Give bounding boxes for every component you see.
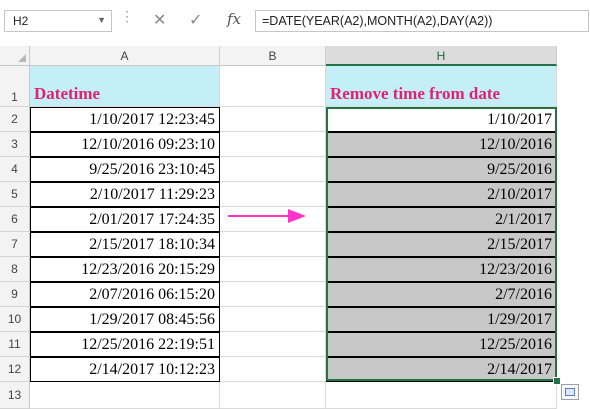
cell-b13[interactable] (220, 382, 326, 409)
date-result-value: 1/29/2017 (487, 311, 552, 328)
cell-h5[interactable]: 2/10/2017 (326, 182, 557, 207)
enter-icon[interactable]: ✓ (189, 10, 202, 30)
row-header-8[interactable]: 8 (0, 257, 30, 282)
cell-b5[interactable] (220, 182, 326, 207)
cell-h7[interactable]: 2/15/2017 (326, 232, 557, 257)
cell-b1[interactable] (220, 66, 326, 107)
datetime-value: 2/07/2016 06:15:20 (89, 286, 215, 303)
datetime-value: 12/25/2016 22:19:51 (81, 336, 215, 353)
cell-b10[interactable] (220, 307, 326, 332)
cell-b4[interactable] (220, 157, 326, 182)
cell-h13[interactable] (326, 382, 557, 409)
date-result-value: 1/10/2017 (487, 111, 552, 128)
cell-b11[interactable] (220, 332, 326, 357)
row-header-4[interactable]: 4 (0, 157, 30, 182)
column-header-h[interactable]: H (326, 46, 557, 66)
cell-b12[interactable] (220, 357, 326, 382)
cell-a8[interactable]: 12/23/2016 20:15:29 (30, 257, 220, 282)
cell-a1[interactable]: Datetime (30, 66, 220, 107)
cell-h12[interactable]: 2/14/2017 (326, 357, 557, 382)
column-header-b[interactable]: B (220, 46, 326, 66)
cell-b8[interactable] (220, 257, 326, 282)
datetime-value: 1/10/2017 12:23:45 (89, 111, 215, 128)
row-header-2[interactable]: 2 (0, 107, 30, 132)
cell-h4[interactable]: 9/25/2016 (326, 157, 557, 182)
row-header-7[interactable]: 7 (0, 232, 30, 257)
date-result-value: 2/14/2017 (487, 361, 552, 378)
name-box-dropdown-icon[interactable]: ▼ (97, 15, 106, 25)
datetime-value: 12/10/2016 09:23:10 (81, 136, 215, 153)
column-header-a[interactable]: A (30, 46, 220, 66)
datetime-value: 2/01/2017 17:24:35 (89, 211, 215, 228)
row-header-13[interactable]: 13 (0, 382, 30, 409)
datetime-value: 2/14/2017 10:12:23 (89, 361, 215, 378)
cell-b7[interactable] (220, 232, 326, 257)
date-result-value: 2/10/2017 (487, 186, 552, 203)
cell-h11[interactable]: 12/25/2016 (326, 332, 557, 357)
datetime-value: 2/15/2017 18:10:34 (89, 236, 215, 253)
cell-a12[interactable]: 2/14/2017 10:12:23 (30, 357, 220, 382)
datetime-value: 12/23/2016 20:15:29 (81, 261, 215, 278)
cell-a4[interactable]: 9/25/2016 23:10:45 (30, 157, 220, 182)
cell-h3[interactable]: 12/10/2016 (326, 132, 557, 157)
quick-analysis-icon[interactable] (561, 384, 579, 400)
row-header-1[interactable]: 1 (0, 66, 30, 107)
column-title-remove-time: Remove time from date (330, 84, 501, 103)
cell-h1[interactable]: Remove time from date (326, 66, 557, 107)
row-header-6[interactable]: 6 (0, 207, 30, 232)
cell-a2[interactable]: 1/10/2017 12:23:45 (30, 107, 220, 132)
date-result-value: 2/1/2017 (495, 211, 552, 228)
date-result-value: 2/15/2017 (487, 236, 552, 253)
formula-bar-grip-icon: ⋮ (120, 8, 134, 24)
insert-function-icon[interactable]: fx (227, 10, 241, 28)
date-result-value: 12/23/2016 (479, 261, 552, 278)
name-box-value: H2 (13, 14, 29, 28)
cell-a11[interactable]: 12/25/2016 22:19:51 (30, 332, 220, 357)
datetime-value: 1/29/2017 08:45:56 (89, 311, 215, 328)
date-result-value: 12/10/2016 (479, 136, 552, 153)
row-header-3[interactable]: 3 (0, 132, 30, 157)
column-title-datetime: Datetime (34, 84, 101, 103)
formula-input[interactable]: =DATE(YEAR(A2),MONTH(A2),DAY(A2)) (255, 10, 589, 32)
cell-h2[interactable]: 1/10/2017 (326, 107, 557, 132)
datetime-value: 2/10/2017 11:29:23 (89, 186, 215, 203)
cancel-icon[interactable]: ✕ (153, 10, 166, 30)
cell-h9[interactable]: 2/7/2016 (326, 282, 557, 307)
cell-a13[interactable] (30, 382, 220, 409)
cell-b3[interactable] (220, 132, 326, 157)
cell-h8[interactable]: 12/23/2016 (326, 257, 557, 282)
cell-a5[interactable]: 2/10/2017 11:29:23 (30, 182, 220, 207)
formula-bar: H2 ▼ ⋮ ✕ ✓ fx =DATE(YEAR(A2),MONTH(A2),D… (0, 0, 590, 44)
cell-h10[interactable]: 1/29/2017 (326, 307, 557, 332)
row-header-11[interactable]: 11 (0, 332, 30, 357)
row-header-12[interactable]: 12 (0, 357, 30, 382)
cell-a10[interactable]: 1/29/2017 08:45:56 (30, 307, 220, 332)
select-all-corner[interactable] (0, 46, 30, 66)
cell-a3[interactable]: 12/10/2016 09:23:10 (30, 132, 220, 157)
row-header-5[interactable]: 5 (0, 182, 30, 207)
formula-text: =DATE(YEAR(A2),MONTH(A2),DAY(A2)) (262, 14, 493, 28)
date-result-value: 12/25/2016 (479, 336, 552, 353)
row-header-9[interactable]: 9 (0, 282, 30, 307)
date-result-value: 2/7/2016 (495, 286, 552, 303)
cell-h6[interactable]: 2/1/2017 (326, 207, 557, 232)
formula-buttons: ✕ ✓ fx (143, 10, 249, 30)
fill-handle[interactable] (553, 377, 561, 385)
datetime-value: 9/25/2016 23:10:45 (89, 161, 215, 178)
cell-a7[interactable]: 2/15/2017 18:10:34 (30, 232, 220, 257)
row-header-10[interactable]: 10 (0, 307, 30, 332)
cell-b9[interactable] (220, 282, 326, 307)
cell-a6[interactable]: 2/01/2017 17:24:35 (30, 207, 220, 232)
date-result-value: 9/25/2016 (487, 161, 552, 178)
name-box[interactable]: H2 ▼ (4, 10, 112, 32)
arrow-icon (228, 209, 306, 223)
cell-b2[interactable] (220, 107, 326, 132)
cell-a9[interactable]: 2/07/2016 06:15:20 (30, 282, 220, 307)
